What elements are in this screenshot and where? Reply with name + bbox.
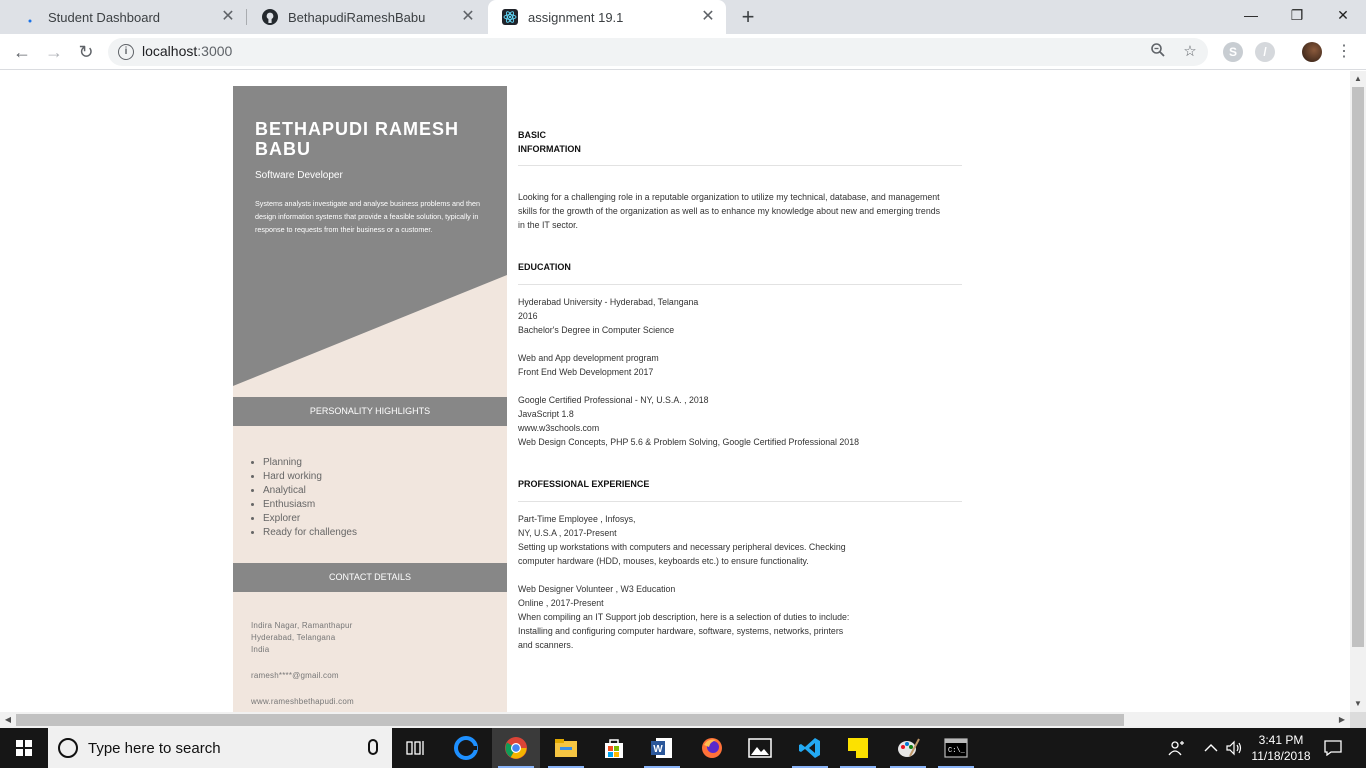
skype-extension-icon[interactable]: S [1223,42,1243,62]
github-icon [262,9,278,25]
microphone-icon[interactable] [368,739,378,755]
page-viewport: BETHAPUDI RAMESH BABU Software Developer… [0,71,1350,712]
tab-title: BethapudiRameshBabu [288,9,426,25]
vscode-icon[interactable] [786,728,834,768]
highlights-list: Planning Hard working Analytical Enthusi… [263,456,357,540]
tab-divider [246,9,247,25]
clock-date: 11/18/2018 [1251,749,1311,763]
basic-info-text: Looking for a challenging role in a repu… [518,192,941,230]
scroll-corner [1350,712,1366,728]
profile-avatar[interactable] [1302,42,1322,62]
list-item: Ready for challenges [263,526,357,540]
chevron-up-icon[interactable] [1204,728,1218,768]
svg-text:W: W [653,744,663,755]
resume-sidebar: BETHAPUDI RAMESH BABU Software Developer… [233,86,507,712]
close-icon[interactable]: ✕ [460,9,476,25]
store-icon[interactable] [590,728,638,768]
close-window-button[interactable]: ✕ [1320,0,1366,30]
experience-item: Part-Time Employee , Infosys, NY, U.S.A … [518,514,846,566]
job-title: Software Developer [255,170,343,181]
word-icon[interactable]: W [638,728,686,768]
volume-icon[interactable] [1226,728,1244,768]
experience-heading: PROFESSIONAL EXPERIENCE [518,479,650,489]
contact-details: Indira Nagar, Ramanthapur Hyderabad, Tel… [251,620,354,708]
system-clock[interactable]: 3:41 PM 11/18/2018 [1244,732,1318,764]
contact-heading: CONTACT DETAILS [233,563,507,592]
list-item: Analytical [263,484,357,498]
clock-time: 3:41 PM [1258,733,1304,747]
address-line: India [251,645,270,654]
email-text: ramesh****@gmail.com [251,671,339,680]
file-explorer-icon[interactable] [542,728,590,768]
react-icon [502,9,518,25]
chrome-icon[interactable] [492,728,540,768]
person-name: BETHAPUDI RAMESH BABU [255,119,460,159]
address-bar[interactable]: i localhost:3000 ☆ [108,38,1208,66]
windows-logo-icon [16,740,32,756]
bookmark-star-icon[interactable]: ☆ [1180,42,1200,62]
scroll-thumb[interactable] [16,714,1124,726]
scroll-thumb[interactable] [1352,87,1364,647]
extension-icon[interactable]: / [1255,42,1275,62]
tab-student-dashboard[interactable]: Student Dashboard ✕ [8,0,246,34]
highlights-heading: PERSONALITY HIGHLIGHTS [233,397,507,426]
paint-icon[interactable] [884,728,932,768]
education-heading: EDUCATION [518,262,571,272]
browser-toolbar: ← → ↻ i localhost:3000 ☆ S / [0,34,1366,70]
education-item: Hyderabad University - Hyderabad, Telang… [518,297,699,335]
profile-summary: Systems analysts investigate and analyse… [255,199,480,234]
tab-title: assignment 19.1 [528,9,624,25]
url-text[interactable]: localhost:3000 [142,43,232,59]
vertical-scrollbar[interactable]: ▲ ▼ [1350,71,1366,712]
taskbar: Type here to search W C:\_ 3:41 PM 11/18… [0,728,1366,768]
svg-text:C:\_: C:\_ [948,747,966,755]
list-item: Enthusiasm [263,498,357,512]
loading-icon [22,9,38,25]
tab-github[interactable]: BethapudiRameshBabu ✕ [248,0,486,34]
back-arrow-icon[interactable]: ← [8,38,36,66]
scroll-down-icon[interactable]: ▼ [1350,696,1366,712]
education-item: Web and App development program Front En… [518,353,659,377]
close-icon[interactable]: ✕ [700,9,716,25]
sticky-notes-icon[interactable] [834,728,882,768]
scroll-right-icon[interactable]: ▶ [1334,712,1350,728]
terminal-icon[interactable]: C:\_ [932,728,980,768]
search-placeholder: Type here to search [88,740,221,757]
list-item: Planning [263,456,357,470]
info-icon[interactable]: i [118,44,134,60]
task-view-icon[interactable] [392,728,440,768]
list-item: Explorer [263,512,357,526]
taskbar-search[interactable]: Type here to search [48,728,392,768]
restore-button[interactable]: ❐ [1274,0,1320,30]
tab-title: Student Dashboard [48,9,161,25]
resume-main: BASIC INFORMATION Looking for a challeng… [518,86,962,652]
horizontal-scrollbar[interactable]: ◀ ▶ [0,712,1350,728]
new-tab-button[interactable]: + [736,4,760,30]
cortana-icon [58,738,78,758]
website-text: www.rameshbethapudi.com [251,697,354,706]
education-item: Google Certified Professional - NY, U.S.… [518,395,859,447]
firefox-icon[interactable] [688,728,736,768]
start-button[interactable] [0,728,48,768]
address-line: Indira Nagar, Ramanthapur [251,621,353,630]
close-icon[interactable]: ✕ [220,9,236,25]
profile-header: BETHAPUDI RAMESH BABU Software Developer… [233,86,507,386]
address-line: Hyderabad, Telangana [251,633,336,642]
zoom-icon[interactable] [1148,42,1168,62]
forward-arrow-icon[interactable]: → [40,38,68,66]
scroll-left-icon[interactable]: ◀ [0,712,16,728]
photos-icon[interactable] [736,728,784,768]
minimize-button[interactable]: — [1228,0,1274,30]
tab-assignment[interactable]: assignment 19.1 ✕ [488,0,726,34]
reload-icon[interactable]: ↻ [72,38,100,66]
edge-icon[interactable] [442,728,490,768]
list-item: Hard working [263,470,357,484]
tab-strip: Student Dashboard ✕ BethapudiRameshBabu … [0,0,1366,34]
people-icon[interactable] [1168,728,1186,768]
scroll-up-icon[interactable]: ▲ [1350,71,1366,87]
more-menu-icon[interactable]: ⋮ [1336,40,1352,64]
experience-item: Web Designer Volunteer , W3 Education On… [518,584,850,650]
notification-icon[interactable] [1324,728,1342,768]
basic-info-heading: BASIC INFORMATION [518,130,581,154]
